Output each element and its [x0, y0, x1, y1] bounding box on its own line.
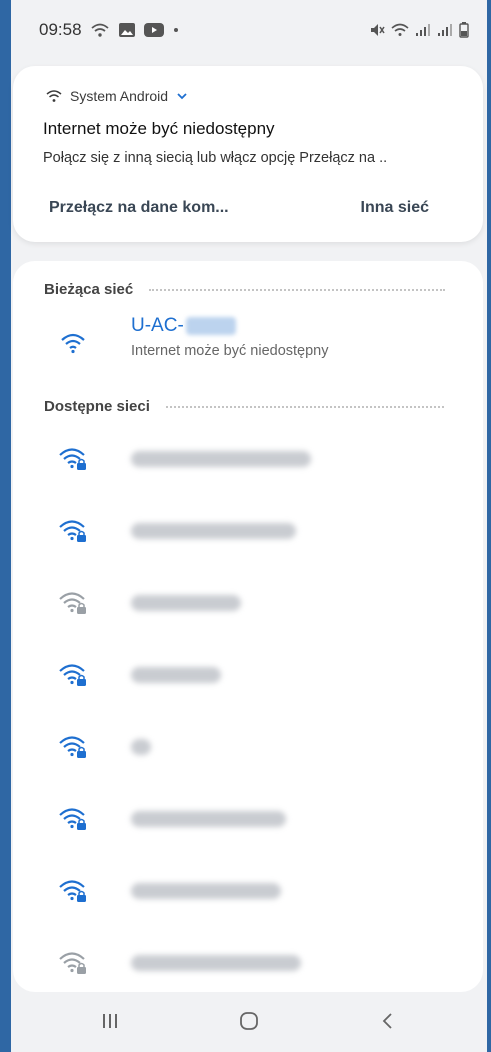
- wifi-network-row[interactable]: [13, 507, 483, 555]
- wifi-network-name: [131, 595, 241, 611]
- mute-icon: [369, 23, 385, 37]
- wifi-network-row[interactable]: [13, 939, 483, 987]
- current-network-status: Internet może być niedostępny: [131, 343, 329, 359]
- recent-apps-icon[interactable]: [80, 996, 140, 1046]
- other-network-button[interactable]: Inna sieć: [361, 199, 429, 217]
- navigation-bar: [11, 990, 487, 1052]
- wifi-network-name: [131, 667, 221, 683]
- wifi-network-row[interactable]: [13, 723, 483, 771]
- notification-source: System Android: [70, 88, 169, 104]
- status-bar: 09:58: [11, 0, 487, 60]
- wifi-icon: [53, 323, 93, 363]
- wifi-lock-icon: [53, 511, 93, 551]
- notification-header: System Android: [46, 88, 188, 104]
- youtube-icon: [143, 23, 164, 37]
- wifi-list-panel: Bieżąca sieć U-AC- Internet może być nie…: [13, 261, 483, 992]
- dot-icon: [172, 26, 180, 34]
- phone-screen: 09:58 System Android Internet może być n…: [11, 0, 487, 1052]
- section-divider: [165, 405, 444, 408]
- wifi-network-name: [131, 883, 281, 899]
- notification-title: Internet może być niedostępny: [43, 119, 275, 138]
- redacted-name: [185, 317, 236, 335]
- wifi-network-name: [131, 451, 311, 467]
- wifi-lock-icon: [53, 943, 93, 983]
- current-network-name-wrap: U-AC-: [131, 315, 236, 337]
- notification-actions: Przełącz na dane kom... Inna sieć: [49, 199, 449, 217]
- wifi-network-row[interactable]: [13, 867, 483, 915]
- wifi-lock-icon: [53, 799, 93, 839]
- window-edge-left: [0, 0, 11, 1052]
- wifi-network-name: [131, 811, 286, 827]
- current-network-section-label: Bieżąca sieć: [44, 281, 134, 298]
- notification-body: Połącz się z inną siecią lub włącz opcję…: [43, 150, 388, 166]
- notification-card[interactable]: System Android Internet może być niedost…: [13, 66, 483, 242]
- signal-icon: [415, 23, 431, 37]
- current-network-name: U-AC-: [131, 315, 184, 336]
- wifi-network-row[interactable]: [13, 579, 483, 627]
- wifi-lock-icon: [53, 439, 93, 479]
- wifi-network-name: [131, 955, 301, 971]
- status-left: 09:58: [39, 20, 180, 40]
- wifi-lock-icon: [53, 583, 93, 623]
- current-network-row[interactable]: U-AC- Internet może być niedostępny: [13, 311, 483, 375]
- wifi-network-row[interactable]: [13, 435, 483, 483]
- home-icon[interactable]: [219, 996, 279, 1046]
- chevron-down-icon[interactable]: [176, 92, 188, 100]
- window-edge-right: [487, 0, 491, 1052]
- wifi-lock-icon: [53, 655, 93, 695]
- wifi-network-row[interactable]: [13, 795, 483, 843]
- available-networks-section-label: Dostępne sieci: [44, 398, 150, 415]
- back-icon[interactable]: [358, 996, 418, 1046]
- current-network-header: Bieżąca sieć: [44, 281, 446, 298]
- status-right: [369, 22, 469, 38]
- wifi-lock-icon: [53, 727, 93, 767]
- wifi-warning-icon: [46, 89, 62, 103]
- switch-to-mobile-data-button[interactable]: Przełącz na dane kom...: [49, 199, 229, 217]
- gallery-icon: [118, 22, 136, 38]
- wifi-notification-icon: [90, 22, 110, 38]
- available-networks-header: Dostępne sieci: [44, 398, 444, 415]
- signal-icon: [437, 23, 453, 37]
- section-divider: [149, 288, 446, 291]
- wifi-icon: [391, 23, 409, 37]
- wifi-lock-icon: [53, 871, 93, 911]
- status-time: 09:58: [39, 20, 82, 39]
- wifi-network-row[interactable]: [13, 651, 483, 699]
- wifi-network-name: [131, 739, 151, 755]
- wifi-network-name: [131, 523, 296, 539]
- battery-icon: [459, 22, 469, 38]
